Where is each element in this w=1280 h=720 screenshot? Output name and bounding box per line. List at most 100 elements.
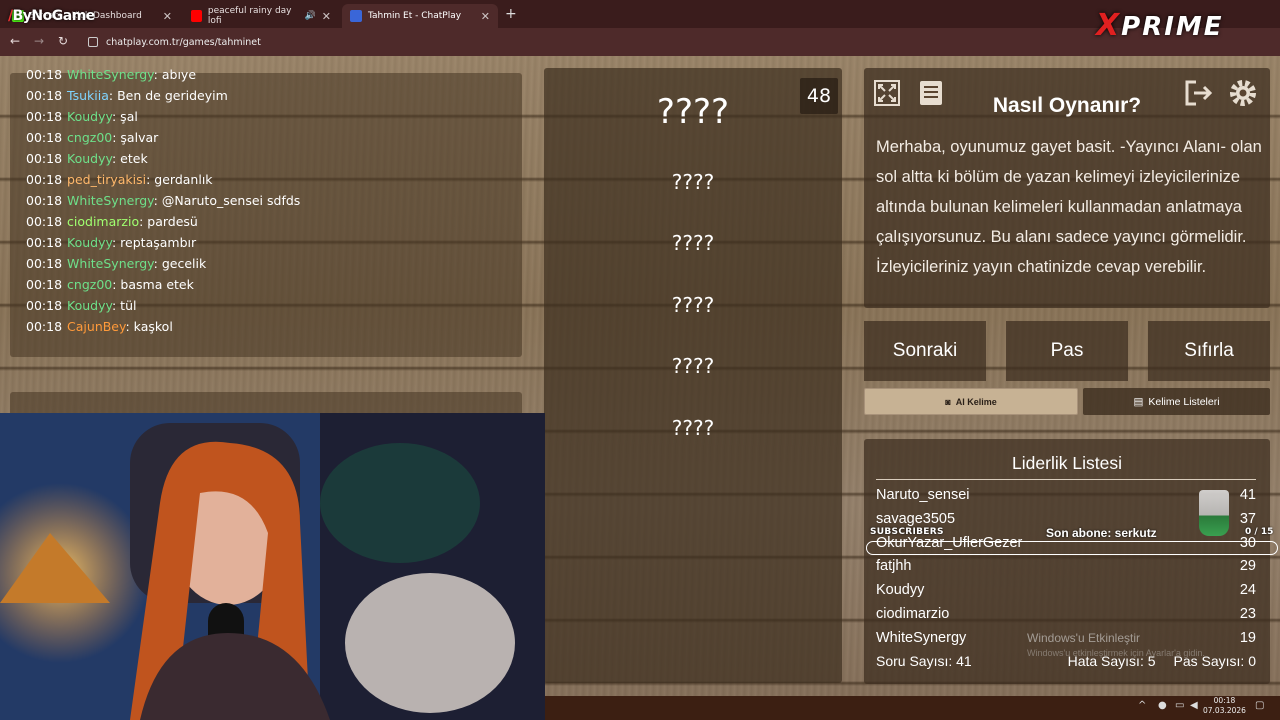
- taskbar-clock[interactable]: 00:18 07.03.2026: [1203, 696, 1246, 716]
- chat-text: : @Naruto_sensei sdfds: [153, 193, 301, 208]
- ai-word-button[interactable]: ◙ AI Kelime: [864, 388, 1078, 415]
- notification-icon[interactable]: ▢: [1255, 700, 1264, 711]
- chat-text: : tül: [112, 298, 137, 313]
- chat-text: : pardesü: [139, 214, 198, 229]
- activate-windows-title: Windows'u Etkinleştir: [1027, 631, 1140, 645]
- chat-timestamp: 00:18: [26, 130, 63, 145]
- leaderboard-name: savage3505: [876, 510, 956, 527]
- chat-text: : şalvar: [112, 130, 159, 145]
- chat-message: 00:18 ped_tiryakisi: gerdanlık: [26, 172, 213, 187]
- microphone-icon[interactable]: ●: [1158, 700, 1167, 711]
- chat-username[interactable]: Koudyy: [67, 298, 112, 313]
- chat-username[interactable]: cngz00: [67, 277, 112, 292]
- leaderboard-score: 24: [1239, 582, 1256, 599]
- chat-text: : Ben de gerideyim: [108, 88, 228, 103]
- chat-message: 00:18 WhiteSynergy: gecelik: [26, 256, 206, 271]
- network-icon[interactable]: ▭: [1175, 700, 1184, 711]
- windows-taskbar: ^ ● ▭ ◀ ▢: [545, 696, 1280, 720]
- chat-message: 00:18 Koudyy: tül: [26, 298, 136, 313]
- new-tab-button[interactable]: +: [505, 6, 517, 22]
- chat-panel: 00:18 WhiteSynergy: abıye 00:18 Tsukiia: Be…: [10, 67, 522, 357]
- exit-icon[interactable]: [1182, 76, 1216, 110]
- leaderboard-title: Liderlik Listesi: [1012, 453, 1122, 473]
- chat-text: : etek: [112, 151, 148, 166]
- subscriber-count: 0 / 15: [1245, 527, 1274, 537]
- word-lists-button[interactable]: ▤ Kelime Listeleri: [1083, 388, 1270, 415]
- subscribers-label: SUBSCRIBERS: [870, 527, 944, 537]
- leaderboard-name: ciodimarzio: [876, 606, 950, 622]
- pass-button[interactable]: Pas: [1006, 321, 1128, 381]
- chat-username[interactable]: Tsukiia: [67, 88, 109, 103]
- back-icon[interactable]: ←: [10, 34, 20, 48]
- chat-message: 00:18 cngz00: şalvar: [26, 130, 158, 145]
- close-icon[interactable]: ✕: [163, 10, 172, 23]
- youtube-icon: [191, 10, 202, 22]
- tab-youtube-lofi[interactable]: peaceful rainy day lofi 🔊 ✕: [183, 4, 339, 28]
- forbidden-word: ????: [671, 170, 715, 194]
- chat-username[interactable]: Koudyy: [67, 235, 112, 250]
- leaderboard-score: 41: [1239, 487, 1256, 503]
- subscriber-progress-bar: [866, 541, 1278, 555]
- chat-username[interactable]: WhiteSynergy: [67, 256, 154, 271]
- chat-timestamp: 00:18: [26, 172, 63, 187]
- reset-button[interactable]: Sıfırla: [1148, 321, 1270, 381]
- main-word: ????: [656, 92, 730, 132]
- leaderboard-name: fatjhh: [876, 558, 912, 575]
- site-info-icon[interactable]: [88, 37, 98, 47]
- reload-icon[interactable]: ↻: [58, 34, 68, 48]
- close-icon[interactable]: ✕: [481, 10, 490, 23]
- chat-username[interactable]: CajunBey: [67, 319, 125, 334]
- chevron-up-icon[interactable]: ^: [1138, 700, 1146, 711]
- chat-message: 00:18 Koudyy: etek: [26, 151, 148, 166]
- xprime-logo: XPRIME: [1096, 8, 1224, 43]
- subscriber-cup-icon: [1199, 490, 1229, 536]
- speaker-icon: 🔊: [304, 11, 316, 21]
- chat-timestamp: 00:18: [26, 235, 63, 250]
- last-subscriber: Son abone: serkutz: [1046, 526, 1157, 540]
- chat-message: 00:18 ciodimarzio: pardesü: [26, 214, 198, 229]
- url-field[interactable]: chatplay.com.tr/games/tahminet: [84, 32, 1084, 52]
- chat-username[interactable]: WhiteSynergy: [67, 67, 154, 82]
- chat-message: 00:18 WhiteSynergy: abıye: [26, 67, 196, 82]
- chat-timestamp: 00:18: [26, 109, 63, 124]
- chat-message: 00:18 Tsukiia: Ben de gerideyim: [26, 88, 228, 103]
- tab-label: peaceful rainy day lofi: [207, 6, 292, 26]
- how-to-play-panel: Nasıl Oynanır? Merhaba, oyunumuz gayet b…: [864, 68, 1270, 308]
- forward-icon[interactable]: →: [34, 34, 44, 48]
- clipboard-icon: ▤: [1133, 395, 1144, 408]
- word-panel: 48 ???? ???? ???? ???? ???? ????: [544, 68, 842, 683]
- chat-username[interactable]: ped_tiryakisi: [67, 172, 146, 187]
- chat-username[interactable]: cngz00: [67, 130, 112, 145]
- leaderboard-row: fatjhh 29: [876, 558, 1256, 574]
- chat-message: 00:18 WhiteSynergy: @Naruto_sensei sdfds: [26, 193, 300, 208]
- activate-windows-subtitle: Windows'u etkinleştirmek için Ayarlar'a …: [1027, 648, 1205, 658]
- chat-username[interactable]: WhiteSynergy: [67, 193, 154, 208]
- chat-username[interactable]: Koudyy: [67, 151, 112, 166]
- volume-icon[interactable]: ◀: [1190, 700, 1198, 711]
- forbidden-word: ????: [671, 416, 715, 440]
- chat-username[interactable]: Koudyy: [67, 109, 112, 124]
- leaderboard-score: 37: [1239, 510, 1256, 527]
- next-button[interactable]: Sonraki: [864, 321, 986, 381]
- chat-timestamp: 00:18: [26, 88, 63, 103]
- question-count: Soru Sayısı: 41: [876, 653, 972, 669]
- chat-username[interactable]: ciodimarzio: [67, 214, 139, 229]
- chat-timestamp: 00:18: [26, 67, 63, 82]
- settings-gear-icon[interactable]: [1226, 76, 1260, 110]
- tab-chatplay[interactable]: Tahmin Et - ChatPlay ✕: [342, 4, 498, 28]
- chat-message: 00:18 CajunBey: kaşkol: [26, 319, 173, 334]
- leaderboard-name: Naruto_sensei: [876, 487, 970, 503]
- chat-timestamp: 00:18: [26, 298, 63, 313]
- forbidden-word: ????: [671, 231, 715, 255]
- close-icon[interactable]: ✕: [322, 10, 331, 23]
- divider: [876, 479, 1256, 480]
- webcam-feed: [0, 413, 545, 720]
- clock-time: 00:18: [1213, 696, 1236, 705]
- ai-word-label: AI Kelime: [955, 396, 997, 407]
- robot-icon: ◙: [945, 396, 951, 407]
- chat-text: : basma etek: [112, 277, 194, 292]
- address-bar: ← → ↻ chatplay.com.tr/games/tahminet: [0, 28, 1280, 56]
- chat-text: : abıye: [153, 67, 197, 82]
- leaderboard-name: Koudyy: [876, 582, 925, 599]
- leaderboard-row: Koudyy 24: [876, 582, 1256, 598]
